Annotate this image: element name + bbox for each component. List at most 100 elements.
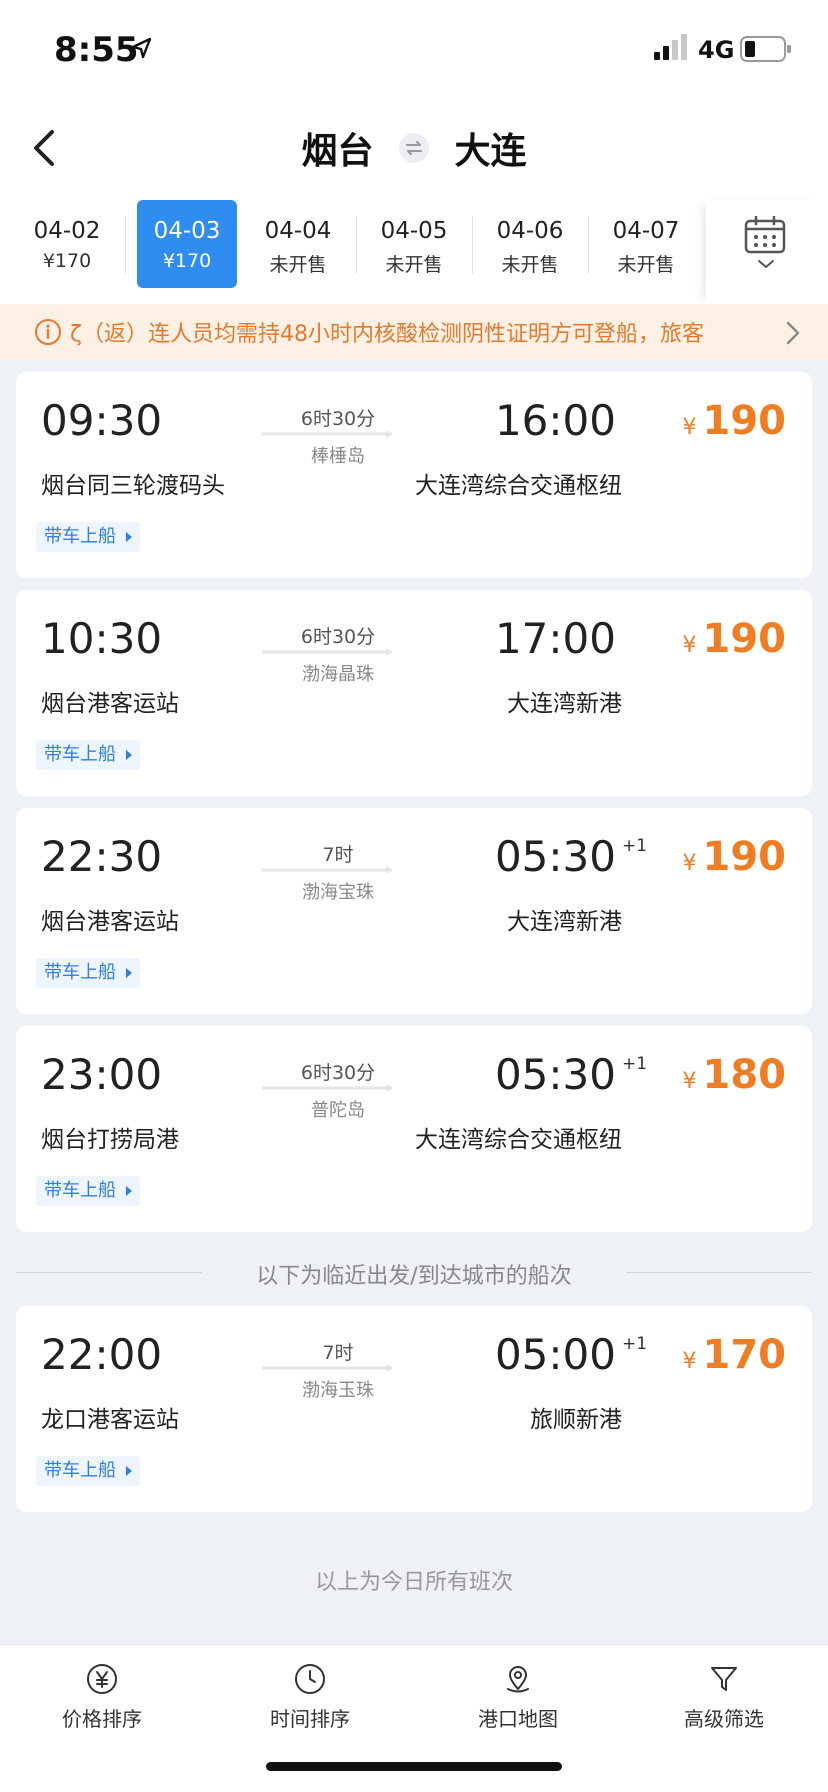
date-status: 未开售 bbox=[617, 254, 675, 276]
next-day-badge: +1 bbox=[622, 1334, 648, 1354]
bottom-label: 港口地图 bbox=[478, 1707, 558, 1731]
home-indicator bbox=[266, 1762, 562, 1771]
to-city: 大连 bbox=[454, 131, 527, 172]
advanced-filter-button[interactable]: 高级筛选 bbox=[654, 1663, 794, 1732]
arrive-port: 大连湾新港 bbox=[507, 691, 622, 717]
date-divider bbox=[356, 216, 357, 274]
network-label: 4G bbox=[698, 36, 735, 64]
car-boarding-tag[interactable]: 带车上船 bbox=[36, 958, 140, 988]
ship-name: 普陀岛 bbox=[311, 1100, 365, 1121]
date-tab[interactable]: 04-02 ¥170 bbox=[17, 200, 117, 288]
depart-port: 烟台同三轮渡码头 bbox=[41, 473, 225, 499]
depart-time: 09:30 bbox=[41, 396, 163, 445]
route-line-icon bbox=[262, 648, 392, 656]
nearby-divider: 以下为临近出发/到达城市的船次 bbox=[16, 1256, 812, 1290]
date-label: 04-05 bbox=[380, 218, 448, 244]
arrive-port: 大连湾综合交通枢纽 bbox=[415, 473, 622, 499]
notice-banner[interactable]: ζ（返）连人员均需持48小时内核酸检测阴性证明方可登船，旅客 bbox=[0, 304, 828, 360]
route-line-icon bbox=[262, 1364, 392, 1372]
end-of-list-text: 以上为今日所有班次 bbox=[314, 1570, 513, 1595]
depart-time: 22:30 bbox=[41, 832, 163, 881]
car-boarding-tag[interactable]: 带车上船 bbox=[36, 522, 140, 552]
caret-right-icon bbox=[126, 1186, 132, 1196]
date-selector: 04-02 ¥170 04-03 ¥170 04-04 未开售 04-05 未开… bbox=[0, 200, 828, 304]
filter-icon bbox=[711, 1667, 737, 1691]
status-time: 8:55 bbox=[54, 30, 139, 70]
currency-symbol: ¥ bbox=[682, 633, 697, 658]
trip-card-nearby[interactable]: 22:00 7时 渤海玉珠 05:00 +1 ¥170 龙口港客运站 旅顺新港 … bbox=[16, 1306, 812, 1512]
tag-label: 带车上船 bbox=[44, 962, 116, 983]
date-tab[interactable]: 04-06 未开售 bbox=[480, 200, 580, 288]
arrive-time: 05:00 bbox=[494, 1330, 616, 1379]
arrive-time: 05:30 bbox=[494, 1050, 616, 1099]
price-value: 190 bbox=[702, 834, 787, 880]
price: ¥190 bbox=[683, 616, 787, 662]
date-tab[interactable]: 04-04 未开售 bbox=[248, 200, 348, 288]
date-tab[interactable]: 04-05 未开售 bbox=[364, 200, 464, 288]
duration: 6时30分 bbox=[300, 408, 376, 430]
chevron-down-icon bbox=[758, 260, 774, 268]
depart-time: 10:30 bbox=[41, 614, 163, 663]
date-label: 04-06 bbox=[496, 218, 564, 244]
depart-time: 22:00 bbox=[41, 1330, 163, 1379]
divider-line bbox=[626, 1272, 812, 1273]
date-tab[interactable]: 04-07 未开售 bbox=[596, 200, 696, 288]
currency-symbol: ¥ bbox=[682, 851, 697, 876]
date-divider bbox=[125, 216, 126, 274]
bottom-label: 价格排序 bbox=[62, 1707, 142, 1731]
price: ¥170 bbox=[683, 1332, 787, 1378]
notice-text: ζ（返）连人员均需持48小时内核酸检测阴性证明方可登船，旅客 bbox=[70, 322, 704, 347]
yuan-icon bbox=[87, 1664, 117, 1694]
duration: 6时30分 bbox=[300, 1062, 376, 1084]
tag-label: 带车上船 bbox=[44, 526, 116, 547]
sort-by-price-button[interactable]: 价格排序 bbox=[32, 1663, 172, 1732]
caret-right-icon bbox=[126, 1466, 132, 1476]
arrive-port: 大连湾综合交通枢纽 bbox=[415, 1127, 622, 1153]
price: ¥180 bbox=[683, 1052, 787, 1098]
nearby-divider-text: 以下为临近出发/到达城市的船次 bbox=[256, 1264, 572, 1289]
battery-icon bbox=[740, 36, 791, 62]
calendar-button[interactable] bbox=[706, 200, 828, 304]
trip-card[interactable]: 22:30 7时 渤海宝珠 05:30 +1 ¥190 烟台港客运站 大连湾新港… bbox=[16, 808, 812, 1014]
chevron-right-icon bbox=[786, 321, 800, 345]
sort-by-time-button[interactable]: 时间排序 bbox=[240, 1663, 380, 1732]
clock-icon bbox=[295, 1664, 325, 1694]
status-bar: 8:55 4G bbox=[0, 0, 828, 100]
trip-card[interactable]: 10:30 6时30分 渤海晶珠 17:00 ¥190 烟台港客运站 大连湾新港… bbox=[16, 590, 812, 796]
car-boarding-tag[interactable]: 带车上船 bbox=[36, 1176, 140, 1206]
calendar-icon bbox=[744, 216, 786, 254]
car-boarding-tag[interactable]: 带车上船 bbox=[36, 740, 140, 770]
arrive-time: 16:00 bbox=[494, 396, 616, 445]
trip-card[interactable]: 23:00 6时30分 普陀岛 05:30 +1 ¥180 烟台打捞局港 大连湾… bbox=[16, 1026, 812, 1232]
route-title: 烟台 大连 bbox=[0, 122, 828, 174]
duration: 7时 bbox=[322, 844, 354, 866]
ship-name: 渤海玉珠 bbox=[302, 1380, 374, 1401]
currency-symbol: ¥ bbox=[682, 1349, 697, 1374]
price-value: 170 bbox=[702, 1332, 787, 1378]
tag-label: 带车上船 bbox=[44, 744, 116, 765]
trip-card[interactable]: 09:30 6时30分 棒棰岛 16:00 ¥190 烟台同三轮渡码头 大连湾综… bbox=[16, 372, 812, 578]
date-label: 04-04 bbox=[264, 218, 332, 244]
tag-label: 带车上船 bbox=[44, 1460, 116, 1481]
date-tab-selected[interactable]: 04-03 ¥170 bbox=[137, 200, 237, 288]
bottom-label: 高级筛选 bbox=[684, 1707, 764, 1731]
nav-header: 烟台 大连 bbox=[0, 100, 828, 200]
date-status: 未开售 bbox=[501, 254, 559, 276]
next-day-badge: +1 bbox=[622, 836, 648, 856]
swap-icon[interactable] bbox=[398, 132, 430, 164]
depart-port: 烟台打捞局港 bbox=[41, 1127, 179, 1153]
location-arrow-icon bbox=[131, 37, 152, 59]
caret-right-icon bbox=[126, 968, 132, 978]
price-value: 180 bbox=[702, 1052, 787, 1098]
tag-label: 带车上船 bbox=[44, 1180, 116, 1201]
bottom-label: 时间排序 bbox=[270, 1707, 350, 1731]
arrive-port: 旅顺新港 bbox=[530, 1407, 622, 1433]
price-value: 190 bbox=[702, 398, 787, 444]
duration: 6时30分 bbox=[300, 626, 376, 648]
date-divider bbox=[472, 216, 473, 274]
date-status: 未开售 bbox=[385, 254, 443, 276]
date-divider bbox=[588, 216, 589, 274]
port-map-button[interactable]: 港口地图 bbox=[448, 1663, 588, 1732]
date-label: 04-07 bbox=[612, 218, 680, 244]
car-boarding-tag[interactable]: 带车上船 bbox=[36, 1456, 140, 1486]
